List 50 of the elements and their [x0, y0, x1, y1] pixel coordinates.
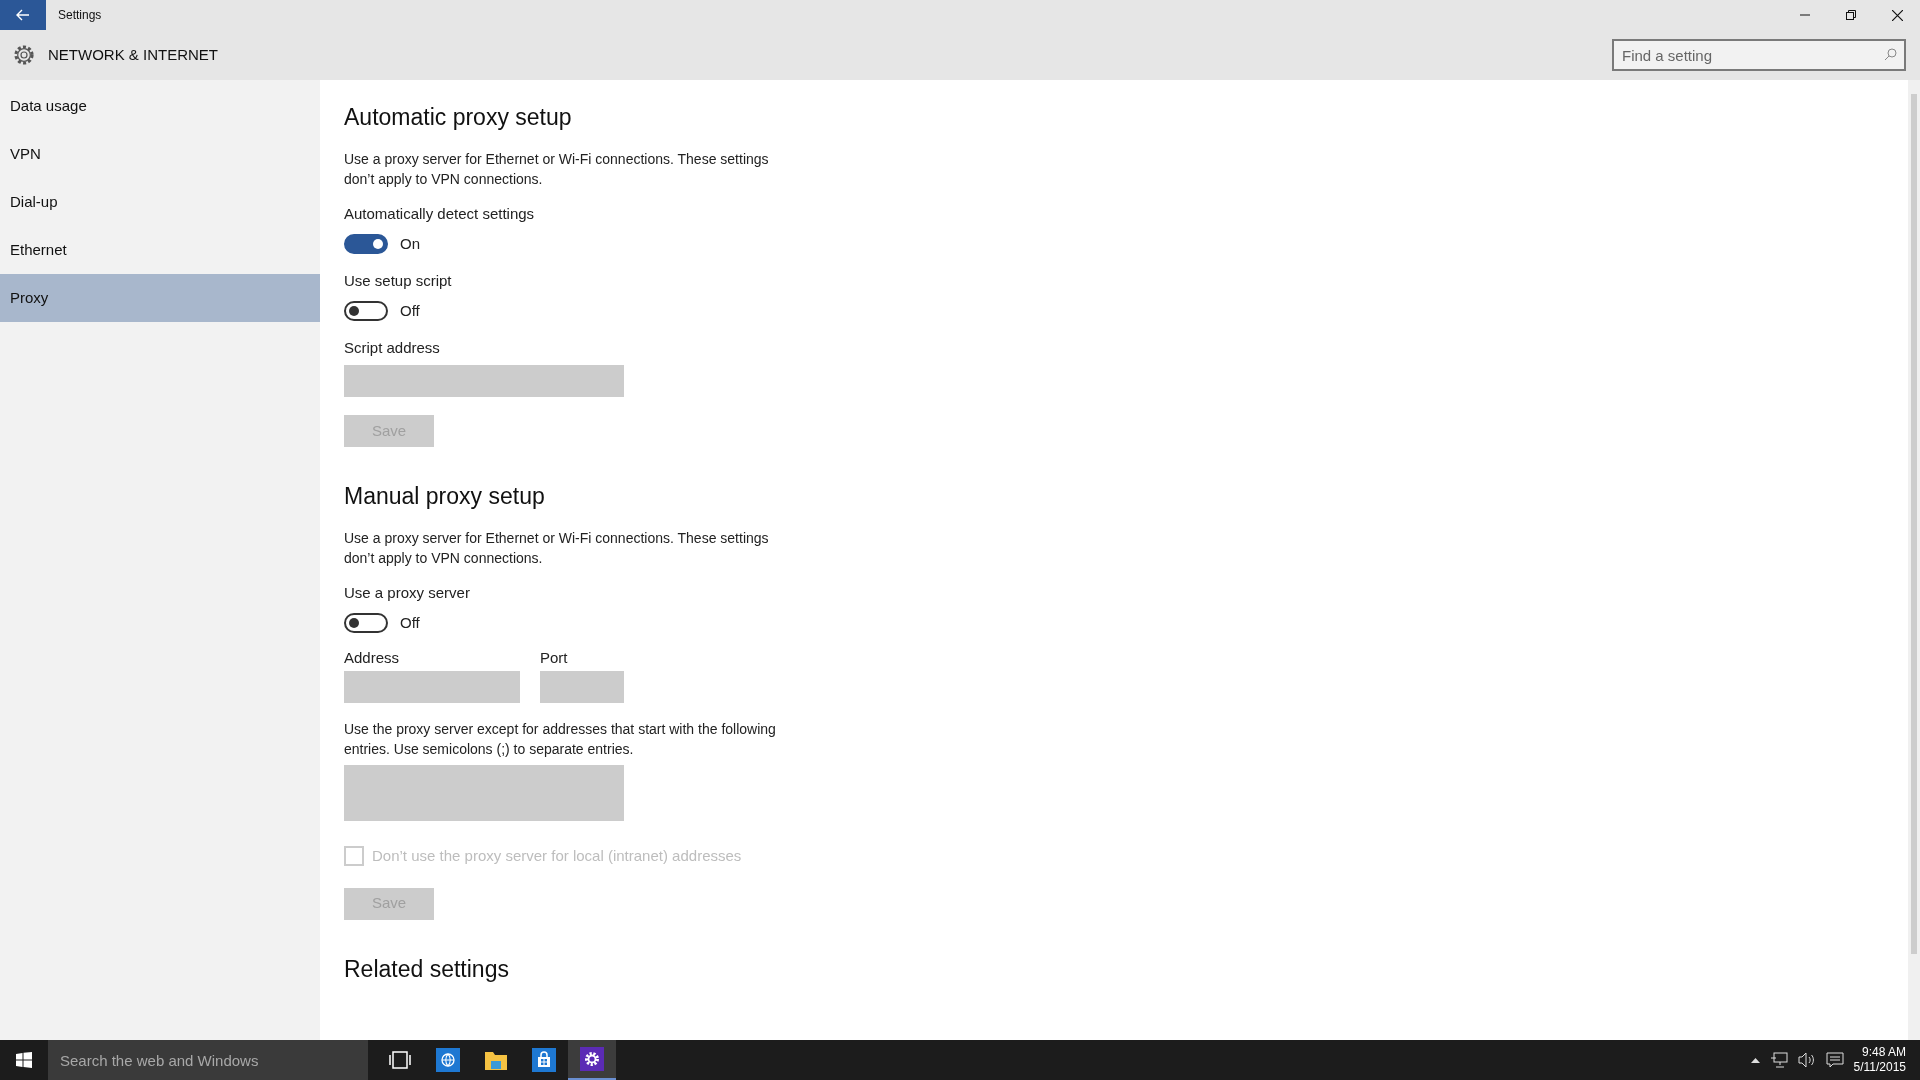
back-button[interactable]: [0, 0, 46, 30]
sidebar-item[interactable]: VPN: [0, 130, 320, 178]
sidebar-item[interactable]: Ethernet: [0, 226, 320, 274]
section-description: Use a proxy server for Ethernet or Wi-Fi connections. These settings don’t apply to VPN connections.: [344, 149, 770, 189]
page-title: NETWORK & INTERNET: [48, 44, 218, 65]
clock-time: 9:48 AM: [1861, 1045, 1906, 1060]
toggle-switch[interactable]: [344, 613, 388, 634]
section-heading: Manual proxy setup: [344, 482, 546, 511]
search-icon: [1884, 48, 1897, 61]
clock-date: 5/11/2015: [1853, 1060, 1906, 1075]
gear-icon: [580, 1047, 604, 1071]
setting-label: Use setup script: [344, 270, 453, 291]
restore-icon: [1846, 10, 1856, 20]
windows-logo-icon: [16, 1052, 32, 1068]
scrollbar[interactable]: [1908, 80, 1920, 1040]
exceptions-description: Use the proxy server except for addresses that start with the following entries. Use semicolons (;) to separate entries.: [344, 720, 777, 759]
back-arrow-icon: [16, 9, 30, 21]
toggle-switch[interactable]: [344, 301, 388, 322]
sidebar-item[interactable]: Dial-up: [0, 178, 320, 226]
shopping-bag-icon: [532, 1048, 556, 1072]
toggle-state-text: Off: [400, 613, 420, 633]
chevron-up-icon[interactable]: [1750, 1057, 1760, 1063]
clock[interactable]: 9:48 AM 5/11/2015: [1853, 1045, 1906, 1075]
setting-label: Port: [540, 647, 569, 668]
gear-icon: [12, 43, 36, 67]
window-title: Settings: [58, 7, 102, 24]
sidebar-item[interactable]: Data usage: [0, 82, 320, 130]
setting-label: Use a proxy server: [344, 582, 471, 603]
section-heading: Automatic proxy setup: [344, 103, 573, 132]
toggle-state-text: Off: [400, 301, 420, 321]
close-icon: [1891, 9, 1903, 21]
toggle-switch[interactable]: [344, 234, 388, 255]
task-view-icon: [389, 1051, 411, 1069]
taskbar-app-button[interactable]: [568, 1040, 616, 1080]
checkbox-label: Don’t use the proxy server for local (intranet) addresses: [372, 846, 742, 866]
setting-label: Script address: [344, 337, 441, 358]
message-icon[interactable]: [1825, 1052, 1844, 1068]
setting-label: Automatically detect settings: [344, 203, 536, 224]
sidebar-item[interactable]: Proxy: [0, 274, 320, 322]
taskbar-search-field[interactable]: Search the web and Windows: [48, 1040, 368, 1080]
search-field[interactable]: Find a setting: [1612, 39, 1906, 71]
globe-icon: [436, 1048, 460, 1072]
speaker-icon[interactable]: [1797, 1052, 1816, 1068]
section-heading: Related settings: [344, 954, 510, 984]
toggle-state-text: On: [400, 234, 420, 254]
section-description: Use a proxy server for Ethernet or Wi-Fi connections. These settings don’t apply to VPN connections.: [344, 528, 770, 568]
minimize-icon: [1800, 14, 1810, 16]
folder-icon: [484, 1049, 508, 1071]
network-icon[interactable]: [1769, 1052, 1788, 1068]
setting-label: Address: [344, 647, 401, 668]
